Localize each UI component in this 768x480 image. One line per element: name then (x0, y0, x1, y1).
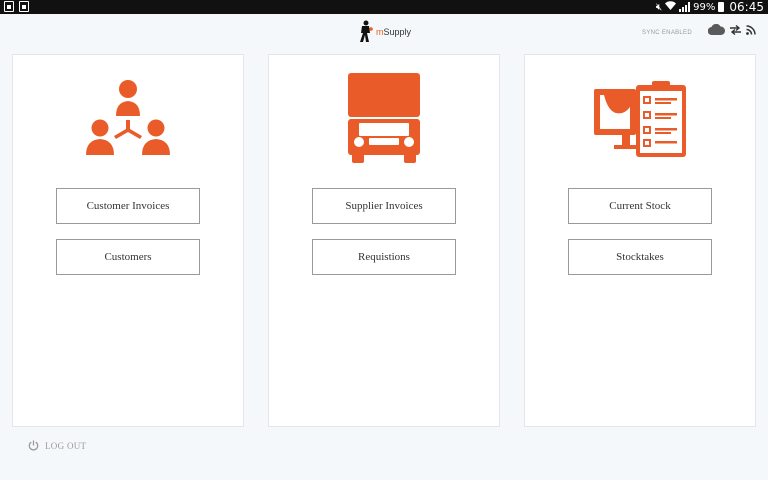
customers-button[interactable]: Customers (56, 239, 200, 275)
customer-invoices-button[interactable]: Customer Invoices (56, 188, 200, 224)
notification-image-icon (19, 1, 29, 12)
customers-network-icon (86, 80, 170, 155)
supplier-invoices-button[interactable]: Supplier Invoices (312, 188, 456, 224)
current-stock-button[interactable]: Current Stock (568, 188, 712, 224)
app-header: mSupply SYNC ENABLED (0, 14, 768, 54)
signal-icon (679, 2, 691, 12)
cloud-icon[interactable] (708, 24, 725, 35)
customers-panel: Customer Invoices Customers (12, 54, 244, 427)
battery-icon (718, 2, 725, 12)
mute-icon: 🔇︎ (655, 1, 663, 13)
logout-button[interactable]: LOG OUT (28, 440, 86, 451)
wifi-icon (665, 1, 677, 13)
clock: 06:45 (729, 0, 764, 14)
suppliers-panel: Supplier Invoices Requistions (268, 54, 500, 427)
logo-text: mSupply (376, 27, 412, 37)
stock-panel: Current Stock Stocktakes (524, 54, 756, 427)
logo-runner-icon (360, 20, 373, 42)
battery-percent: 99% (693, 1, 716, 13)
stocktakes-button[interactable]: Stocktakes (568, 239, 712, 275)
sync-status: SYNC ENABLED (642, 30, 692, 36)
power-icon (28, 440, 39, 451)
truck-icon (348, 73, 420, 163)
sync-arrows-icon[interactable] (730, 24, 741, 35)
stock-clipboard-icon (594, 81, 686, 157)
status-bar: 🔇︎ 99% 06:45 (0, 0, 768, 14)
logout-label: LOG OUT (45, 440, 87, 451)
rss-icon[interactable] (746, 24, 756, 35)
requisitions-button[interactable]: Requistions (312, 239, 456, 275)
msupply-logo: mSupply (358, 20, 411, 44)
notification-doc-icon (4, 1, 14, 12)
